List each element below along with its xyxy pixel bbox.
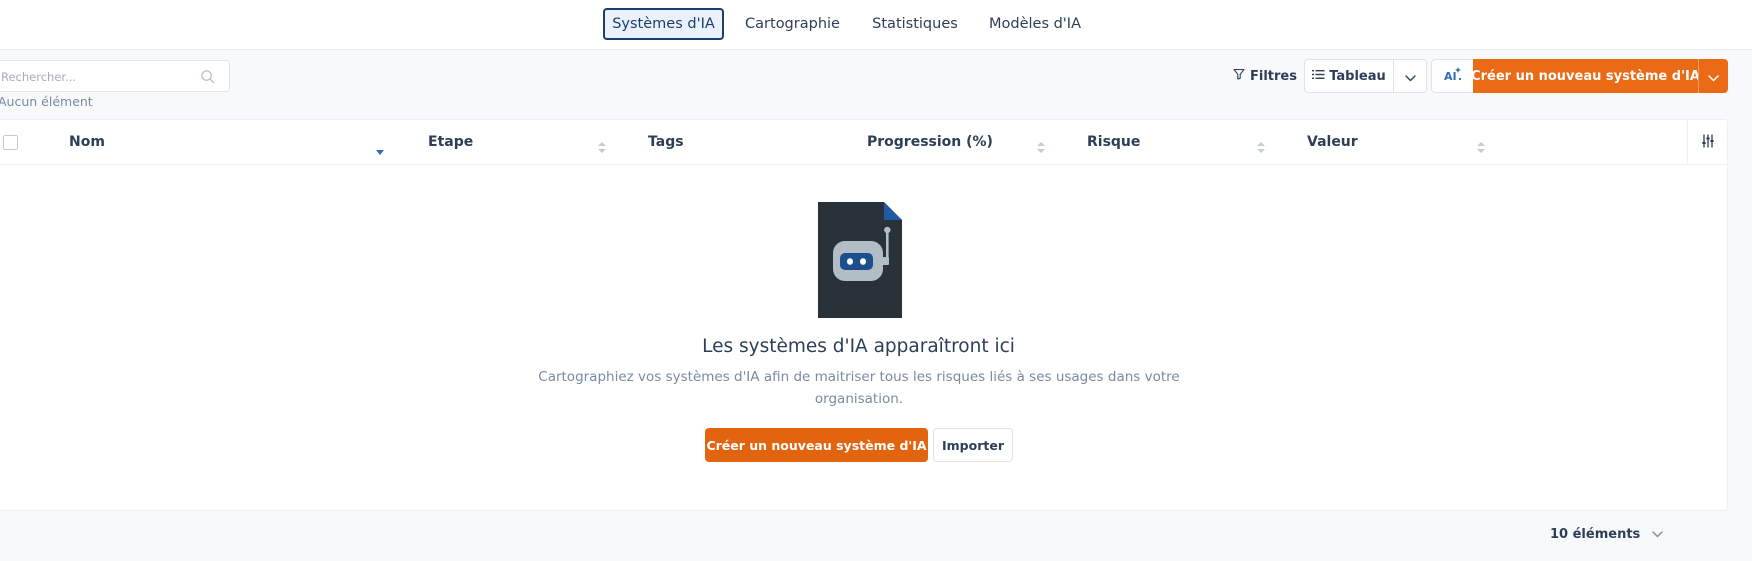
sort-icon[interactable] <box>1037 138 1045 157</box>
search-box <box>0 60 230 92</box>
column-header-progress[interactable]: Progression (%) <box>867 134 993 150</box>
create-ai-system-cta[interactable]: Créer un nouveau système d'IA <box>705 428 928 462</box>
result-count: Aucun élément <box>0 94 93 109</box>
filters-button[interactable]: Filtres <box>1233 66 1297 86</box>
search-icon[interactable] <box>200 69 215 88</box>
view-table-button[interactable]: Tableau <box>1305 60 1394 92</box>
ai-assistant-button[interactable]: AI <box>1431 59 1474 93</box>
tab-statistics[interactable]: Statistiques <box>865 8 965 40</box>
search-input[interactable] <box>1 67 191 87</box>
column-header-tags[interactable]: Tags <box>648 134 684 150</box>
chevron-down-icon <box>1652 527 1663 542</box>
column-header-name[interactable]: Nom <box>69 134 105 150</box>
column-header-value[interactable]: Valeur <box>1307 134 1358 150</box>
create-ai-system-button[interactable]: Créer un nouveau système d'IA <box>1471 59 1700 93</box>
tab-cartography[interactable]: Cartographie <box>735 8 850 40</box>
svg-text:AI: AI <box>1444 70 1457 82</box>
tab-ai-models[interactable]: Modèles d'IA <box>985 8 1085 40</box>
page-size-label: 10 éléments <box>1550 527 1641 542</box>
create-options-toggle[interactable] <box>1698 59 1728 93</box>
sort-icon[interactable] <box>598 138 606 157</box>
view-dropdown-toggle[interactable] <box>1394 60 1426 92</box>
view-label: Tableau <box>1329 68 1386 84</box>
column-header-risk[interactable]: Risque <box>1087 134 1140 150</box>
chevron-down-icon <box>1404 67 1416 86</box>
sort-icon[interactable] <box>1257 138 1265 157</box>
sort-icon[interactable] <box>1477 138 1485 157</box>
view-selector: Tableau <box>1304 59 1427 93</box>
sort-desc-icon[interactable] <box>376 141 384 160</box>
top-nav: Systèmes d'IA Cartographie Statistiques … <box>0 0 1752 50</box>
empty-state-description: Cartographiez vos systèmes d'IA afin de … <box>538 369 1180 407</box>
sliders-icon <box>1701 133 1715 152</box>
column-header-step[interactable]: Etape <box>428 134 473 150</box>
filters-label: Filtres <box>1250 68 1297 84</box>
robot-document-icon <box>818 202 902 322</box>
import-button[interactable]: Importer <box>933 428 1013 462</box>
select-all-checkbox[interactable] <box>3 135 18 150</box>
list-icon <box>1312 69 1325 84</box>
funnel-icon <box>1233 68 1245 84</box>
ai-sparkle-icon: AI <box>1444 66 1462 86</box>
page-size-selector[interactable]: 10 éléments <box>1550 527 1663 542</box>
chevron-down-icon <box>1708 67 1719 86</box>
tab-ai-systems[interactable]: Systèmes d'IA <box>603 8 724 40</box>
table-header: Nom Etape Tags Progression (%) Risque Va… <box>0 120 1727 165</box>
empty-state-title: Les systèmes d'IA apparaîtront ici <box>702 336 1015 357</box>
column-settings-button[interactable] <box>1687 120 1727 165</box>
